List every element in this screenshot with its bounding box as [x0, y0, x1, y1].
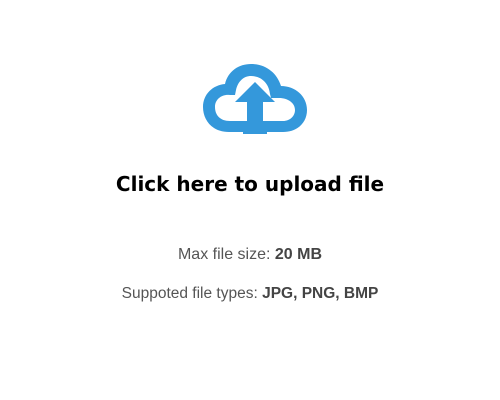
upload-title[interactable]: Click here to upload file: [0, 172, 500, 196]
supported-file-types: Suppoted file types: JPG, PNG, BMP: [0, 285, 500, 303]
upload-dropzone[interactable]: Click here to upload file Max file size:…: [0, 0, 500, 400]
types-label: Suppoted file types:: [121, 285, 258, 302]
max-size-value: 20 MB: [274, 246, 323, 263]
max-file-size: Max file size: 20 MB: [0, 246, 500, 264]
cloud-upload-icon[interactable]: [199, 60, 311, 136]
types-value: JPG, PNG, BMP: [262, 285, 379, 302]
max-size-label: Max file size:: [177, 246, 271, 263]
